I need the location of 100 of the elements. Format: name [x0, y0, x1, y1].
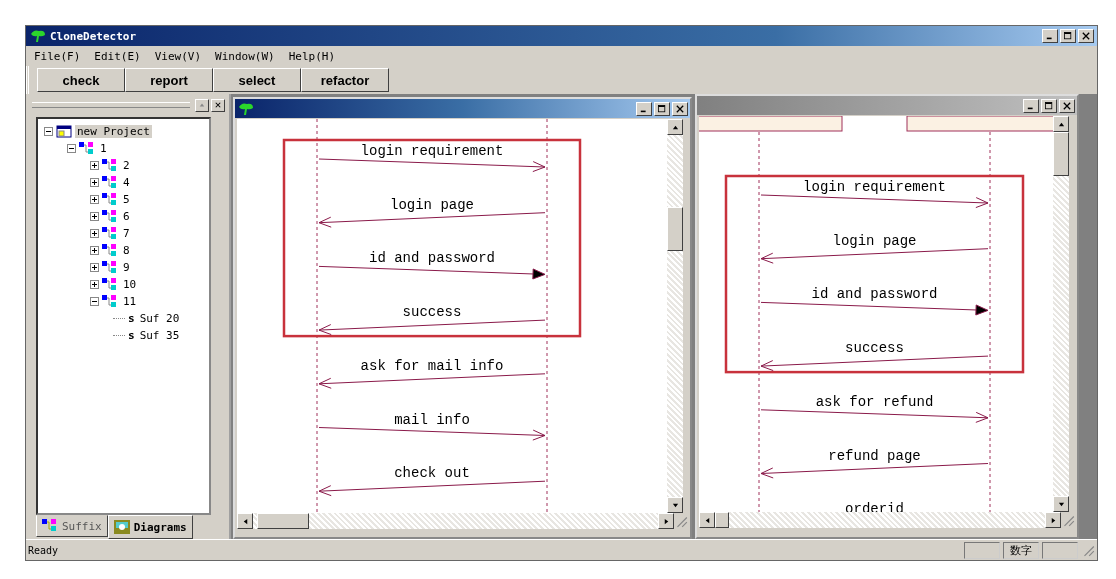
close-button[interactable]	[672, 101, 688, 116]
down-arrow-icon	[671, 501, 679, 509]
node-icon	[102, 277, 118, 292]
tree-icon	[29, 29, 47, 43]
menu-item[interactable]: Window(W)	[213, 49, 277, 63]
right-arrow-icon	[1049, 516, 1057, 524]
message-label: login requirement	[360, 143, 504, 159]
resize-grip-icon[interactable]	[674, 514, 688, 528]
tree-item[interactable]: 5	[121, 193, 132, 206]
scroll-thumb[interactable]	[715, 512, 729, 528]
expand-icon[interactable]	[90, 263, 99, 272]
vertical-scrollbar[interactable]	[1053, 116, 1069, 512]
window-title: CloneDetector	[50, 29, 137, 43]
node-icon	[102, 294, 118, 309]
up-arrow-icon	[199, 102, 205, 108]
tree-item[interactable]: 1	[98, 142, 109, 155]
up-arrow-icon	[671, 123, 679, 131]
vertical-scrollbar[interactable]	[667, 119, 683, 513]
message-label: success	[402, 304, 462, 321]
expand-icon[interactable]	[90, 178, 99, 187]
minimize-button[interactable]	[1023, 98, 1039, 113]
maximize-icon	[1045, 101, 1053, 110]
status-text: Ready	[28, 544, 59, 556]
expand-icon[interactable]	[90, 195, 99, 204]
toolbar-button[interactable]: report	[125, 68, 213, 92]
expand-icon[interactable]	[90, 246, 99, 255]
tree-item[interactable]: 8	[121, 244, 132, 257]
message-label: id and password	[811, 286, 938, 303]
tree-item[interactable]: Suf 20	[137, 312, 182, 325]
left-arrow-icon	[241, 517, 249, 525]
expand-icon[interactable]	[90, 280, 99, 289]
close-icon	[215, 102, 221, 108]
picture-icon	[113, 520, 130, 534]
tree-item[interactable]: 9	[121, 261, 132, 274]
panel-close-button[interactable]	[211, 98, 225, 112]
horizontal-scrollbar[interactable]	[699, 512, 1061, 528]
message-label: success	[845, 340, 904, 357]
minimize-button[interactable]	[636, 101, 652, 116]
menu-item[interactable]: View(V)	[152, 49, 204, 63]
maximize-icon	[658, 104, 666, 113]
status-indicator: 数字	[1003, 541, 1039, 559]
scroll-thumb[interactable]	[667, 207, 683, 251]
suffix-marker: s	[128, 329, 135, 342]
menu-item[interactable]: File(F)	[32, 49, 83, 63]
scroll-thumb[interactable]	[1053, 132, 1069, 176]
close-button[interactable]	[1078, 29, 1094, 43]
menu-item[interactable]: Help(H)	[286, 49, 338, 63]
message-label: mail info	[394, 411, 470, 428]
menu-item[interactable]: Edit(E)	[92, 49, 143, 63]
toolbar-button[interactable]: select	[213, 68, 301, 92]
down-arrow-icon	[1057, 500, 1065, 508]
toolbar-button[interactable]: refactor	[301, 68, 389, 92]
node-icon	[79, 141, 95, 156]
project-icon	[56, 124, 72, 139]
panel-tab[interactable]: Diagrams	[107, 515, 193, 539]
panel-tab[interactable]: Suffix	[36, 515, 108, 537]
close-icon	[676, 104, 684, 113]
collapse-icon[interactable]	[44, 127, 53, 136]
collapse-icon[interactable]	[67, 144, 76, 153]
node-icon	[102, 226, 118, 241]
suffix-marker: s	[128, 312, 135, 325]
resize-grip-icon[interactable]	[1061, 513, 1075, 527]
tree-item[interactable]: 2	[121, 159, 132, 172]
right-arrow-icon	[662, 517, 670, 525]
node-icon	[102, 243, 118, 258]
message-label: ask for refund	[815, 393, 934, 410]
collapse-icon[interactable]	[90, 297, 99, 306]
tree-item[interactable]: new Project	[75, 125, 152, 138]
minimize-button[interactable]	[1042, 29, 1058, 43]
maximize-icon	[1064, 32, 1072, 40]
message-label: refund page	[828, 447, 921, 464]
resize-grip-icon[interactable]	[1081, 543, 1095, 557]
node-icon	[102, 209, 118, 224]
expand-icon[interactable]	[90, 229, 99, 238]
message-label: id and password	[369, 250, 495, 267]
close-button[interactable]	[1059, 98, 1075, 113]
message-label: login requirement	[803, 179, 946, 195]
maximize-button[interactable]	[654, 101, 670, 116]
left-arrow-icon	[703, 516, 711, 524]
tree-item[interactable]: 10	[121, 278, 139, 291]
tree-item[interactable]: 11	[121, 295, 139, 308]
panel-grip[interactable]	[32, 102, 190, 108]
tree-item[interactable]: Suf 35	[137, 329, 182, 342]
message-label: check out	[394, 465, 470, 482]
expand-icon[interactable]	[90, 161, 99, 170]
maximize-button[interactable]	[1041, 98, 1057, 113]
node-icon	[102, 175, 118, 190]
tree-item[interactable]: 6	[121, 210, 132, 223]
horizontal-scrollbar[interactable]	[237, 513, 674, 529]
panel-restore-button[interactable]	[195, 98, 209, 112]
close-icon	[1082, 32, 1090, 40]
tree-item[interactable]: 7	[121, 227, 132, 240]
scroll-thumb[interactable]	[257, 513, 309, 529]
tree-icon	[237, 101, 255, 116]
up-arrow-icon	[1057, 120, 1065, 128]
node-icon	[102, 192, 118, 207]
maximize-button[interactable]	[1060, 29, 1076, 43]
expand-icon[interactable]	[90, 212, 99, 221]
toolbar-button[interactable]: check	[37, 68, 125, 92]
tree-item[interactable]: 4	[121, 176, 132, 189]
